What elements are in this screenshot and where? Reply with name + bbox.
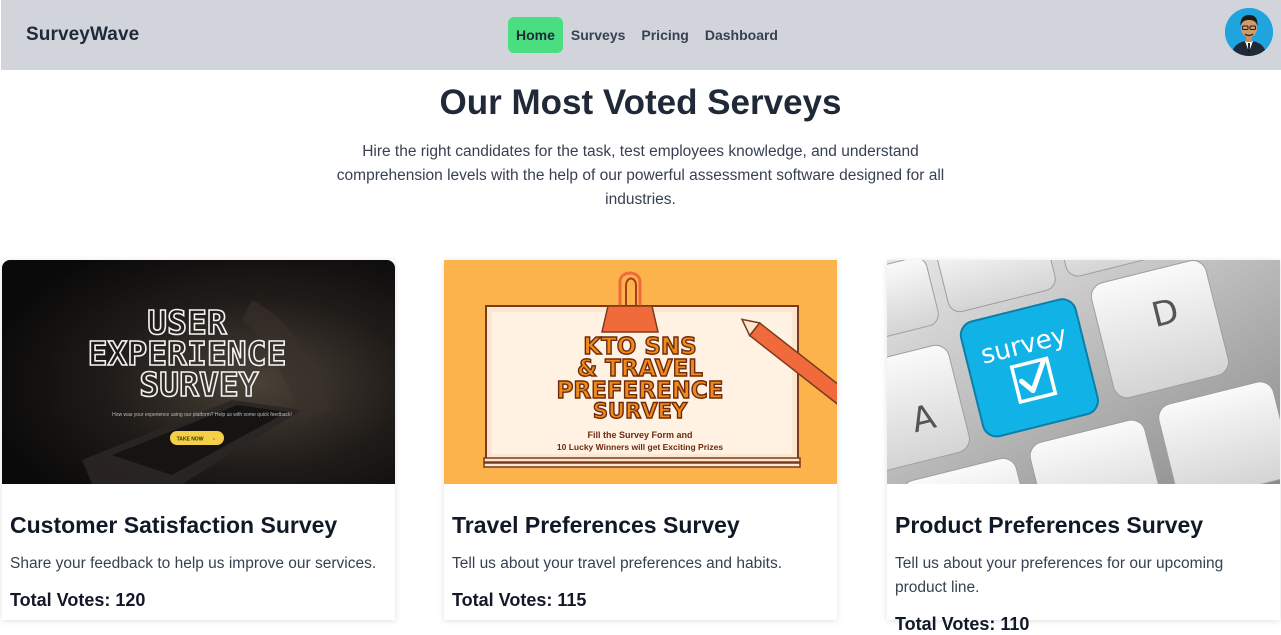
card-votes: Total Votes: 110 — [895, 614, 1030, 634]
survey-card-image[interactable]: KTO SNS & TRAVEL PREFERENCE SURVEY Fill … — [444, 260, 837, 484]
card-description: Share your feedback to help us improve o… — [10, 555, 377, 572]
nav-home[interactable]: Home — [508, 17, 563, 53]
card-description: Tell us about your travel preferences an… — [452, 555, 782, 572]
travel-caption-1: Fill the Survey Form and — [587, 430, 692, 440]
survey-card-image[interactable]: USER EXPERIENCE SURVEY How was your expe… — [2, 260, 395, 484]
brand-logo[interactable]: SurveyWave — [26, 24, 139, 46]
section-subtitle: Hire the right candidates for the task, … — [336, 143, 945, 208]
keyboard-survey-image: survey A D — [887, 260, 1280, 484]
card-title: Travel Preferences Survey — [452, 512, 740, 538]
main-nav: Home Surveys Pricing Dashboard — [508, 17, 786, 53]
navbar: SurveyWave Home Surveys Pricing Dashboar… — [1, 0, 1281, 70]
user-avatar-icon — [1225, 8, 1273, 56]
travel-caption-2: 10 Lucky Winners will get Exciting Prize… — [557, 442, 723, 452]
user-avatar[interactable] — [1225, 8, 1273, 56]
ux-caption: How was your experience using our platfo… — [112, 412, 292, 418]
card-title: Customer Satisfaction Survey — [10, 512, 338, 538]
nav-dashboard[interactable]: Dashboard — [697, 17, 786, 53]
nav-surveys[interactable]: Surveys — [563, 17, 633, 53]
survey-card-image[interactable]: survey A D — [887, 260, 1280, 484]
survey-card[interactable]: KTO SNS & TRAVEL PREFERENCE SURVEY Fill … — [444, 260, 837, 620]
card-votes: Total Votes: 120 — [10, 590, 146, 610]
ux-take-now-label: TAKE NOW — [177, 437, 204, 443]
section-title: Our Most Voted Serveys — [439, 83, 842, 122]
travel-survey-image: KTO SNS & TRAVEL PREFERENCE SURVEY Fill … — [444, 260, 837, 484]
card-title: Product Preferences Survey — [895, 512, 1204, 538]
ux-headline-3: SURVEY — [139, 365, 258, 404]
nav-pricing[interactable]: Pricing — [633, 17, 696, 53]
survey-card[interactable]: USER EXPERIENCE SURVEY How was your expe… — [2, 260, 395, 620]
ux-survey-image: USER EXPERIENCE SURVEY How was your expe… — [2, 260, 395, 484]
card-votes: Total Votes: 115 — [452, 590, 587, 610]
survey-card[interactable]: survey A D Product Preferences Survey Te… — [887, 260, 1280, 634]
card-description: Tell us about your preferences for our u… — [895, 555, 1224, 596]
travel-headline-4: SURVEY — [593, 399, 688, 423]
